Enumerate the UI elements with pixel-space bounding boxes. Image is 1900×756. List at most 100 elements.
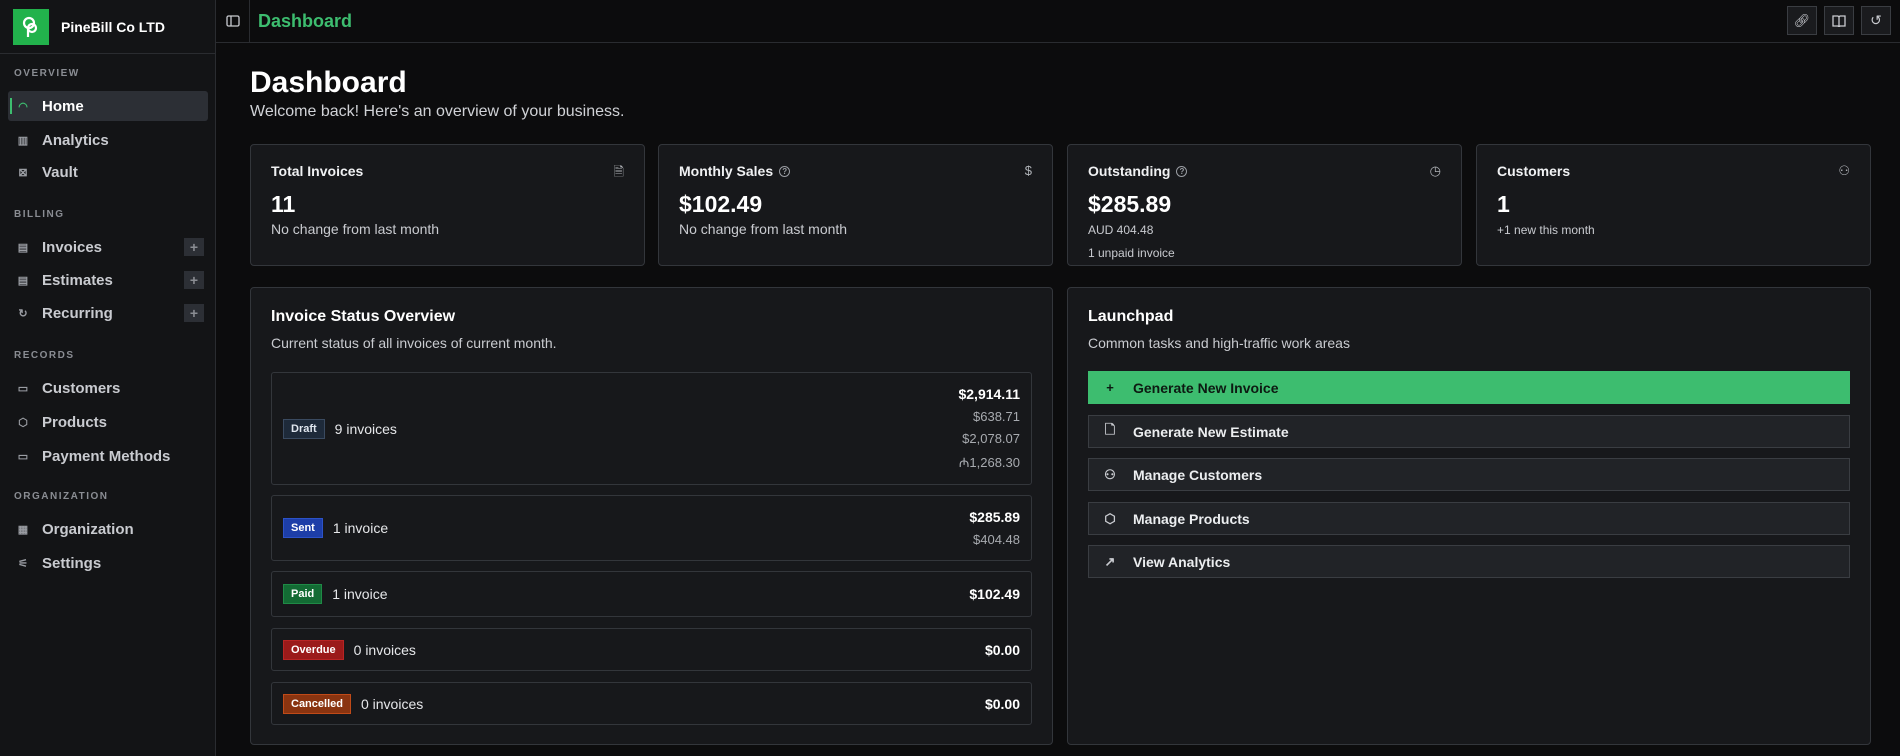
stat-card-monthly-sales: Monthly Sales? $ $102.49 No change from …	[658, 144, 1053, 266]
org-switcher[interactable]: PineBill Co LTD	[0, 0, 215, 54]
sidebar-item-estimates[interactable]: ▤ Estimates +	[8, 265, 208, 295]
status-row-paid[interactable]: Paid 1 invoice $102.49	[271, 571, 1032, 617]
sidebar-item-products[interactable]: ⬡ Products	[8, 407, 208, 437]
stat-title: Outstanding	[1088, 163, 1171, 179]
sidebar-item-settings[interactable]: ⚟ Settings	[8, 548, 208, 578]
nav-label: Estimates	[42, 271, 113, 289]
stat-value: 1	[1497, 191, 1510, 217]
sidebar-item-payment-methods[interactable]: ▭ Payment Methods	[8, 441, 208, 471]
invoice-icon: ▤	[17, 241, 29, 254]
sidebar: PineBill Co LTD OVERVIEW ◠ Home ▥ Analytic…	[0, 0, 216, 756]
bar-chart-icon: ▥	[17, 134, 29, 147]
gauge-icon: ◠	[18, 100, 28, 113]
sidebar-item-vault[interactable]: ⊠ Vault	[8, 157, 208, 187]
stat-sub: +1 new this month	[1497, 223, 1595, 237]
link-icon: 🔗︎	[1793, 12, 1811, 28]
help-icon[interactable]: ?	[779, 165, 791, 177]
sidebar-item-recurring[interactable]: ↻ Recurring +	[8, 298, 208, 328]
status-badge: Draft	[283, 418, 325, 439]
stat-card-customers: Customers ⚇ 1 +1 new this month	[1476, 144, 1871, 266]
manage-products-button[interactable]: ⬡ Manage Products	[1088, 502, 1850, 535]
sidebar-toggle-button[interactable]	[216, 0, 250, 43]
link-button[interactable]: 🔗︎	[1787, 6, 1817, 35]
section-records: RECORDS	[14, 350, 75, 361]
invoice-count: 9 invoices	[334, 420, 397, 437]
page-title: Dashboard	[250, 66, 407, 99]
sidebar-item-organization[interactable]: ▦ Organization	[8, 514, 208, 544]
card-subtitle: Common tasks and high-traffic work areas	[1088, 335, 1350, 351]
history-icon: ↺	[1870, 12, 1882, 28]
nav-label: Products	[42, 413, 108, 431]
status-badge: Paid	[283, 584, 323, 604]
total-amount: $102.49	[969, 586, 1020, 602]
status-badge: Overdue	[283, 639, 344, 660]
status-row-draft[interactable]: Draft 9 invoices $2,914.11 $638.71 $2,07…	[271, 372, 1032, 485]
stat-value: 11	[271, 191, 296, 217]
currency-amount: $638.71	[973, 409, 1020, 424]
nav-label: Invoices	[42, 238, 103, 256]
invoice-count: 0 invoices	[360, 695, 424, 712]
book-icon	[1832, 14, 1846, 27]
add-estimate-button[interactable]: +	[184, 271, 204, 289]
invoice-count: 1 invoice	[332, 586, 388, 602]
nav-label: Vault	[42, 163, 78, 181]
status-badge: Cancelled	[283, 693, 351, 714]
card-title: Invoice Status Overview	[271, 308, 456, 325]
currency-amount: $404.48	[973, 532, 1020, 547]
add-invoice-button[interactable]: +	[184, 238, 204, 256]
stat-value: $102.49	[679, 191, 763, 217]
currency-amount: ₼1,268.30	[958, 455, 1020, 470]
total-amount: $0.00	[984, 641, 1020, 658]
section-organization: ORGANIZATION	[14, 491, 109, 502]
building-icon: ▦	[17, 523, 29, 536]
generate-estimate-button[interactable]: 🗋︎ Generate New Estimate	[1088, 415, 1850, 448]
breadcrumb[interactable]: Dashboard	[258, 11, 352, 32]
nav-label: Settings	[42, 554, 102, 572]
invoice-status-card: Invoice Status Overview Current status o…	[250, 287, 1053, 745]
users-icon: ⚇	[1104, 466, 1116, 482]
nav-label: Organization	[42, 520, 134, 538]
dollar-icon: $	[1024, 163, 1032, 178]
total-amount: $2,914.11	[958, 386, 1020, 402]
status-row-cancelled[interactable]: Cancelled 0 invoices $0.00	[271, 682, 1032, 725]
sidebar-icon	[225, 15, 240, 27]
sidebar-item-customers[interactable]: ▭ Customers	[8, 373, 208, 403]
users-icon: ⚇	[1838, 163, 1850, 178]
sidebar-item-invoices[interactable]: ▤ Invoices +	[8, 232, 208, 262]
button-label: Manage Customers	[1133, 466, 1263, 483]
stat-card-outstanding: Outstanding? ◷ $285.89 AUD 404.48 1 unpa…	[1067, 144, 1462, 266]
card-subtitle: Current status of all invoices of curren…	[271, 335, 557, 351]
stat-title: Monthly Sales	[679, 163, 774, 179]
sliders-icon: ⚟	[18, 557, 28, 570]
generate-invoice-button[interactable]: + Generate New Invoice	[1088, 371, 1850, 404]
nav-label: Analytics	[42, 131, 109, 149]
estimate-icon: ▤	[17, 274, 29, 287]
manage-customers-button[interactable]: ⚇ Manage Customers	[1088, 458, 1850, 491]
refresh-icon: ↻	[18, 307, 28, 320]
nav-label: Home	[42, 97, 84, 115]
stat-title: Customers	[1497, 163, 1571, 179]
status-row-sent[interactable]: Sent 1 invoice $285.89 $404.48	[271, 495, 1032, 561]
section-overview: OVERVIEW	[14, 68, 80, 79]
status-badge: Sent	[283, 518, 323, 538]
stat-title: Total Invoices	[271, 163, 364, 179]
button-label: Generate New Estimate	[1133, 423, 1289, 440]
sidebar-item-home[interactable]: ◠ Home	[8, 91, 208, 121]
total-amount: $0.00	[984, 695, 1020, 712]
button-label: Generate New Invoice	[1133, 379, 1279, 396]
file-icon: 🗎︎	[613, 164, 624, 179]
sidebar-item-analytics[interactable]: ▥ Analytics	[8, 125, 208, 155]
view-analytics-button[interactable]: ↗ View Analytics	[1088, 545, 1850, 578]
credit-card-icon: ▭	[17, 450, 29, 463]
docs-button[interactable]	[1824, 6, 1854, 35]
launchpad-card: Launchpad Common tasks and high-traffic …	[1067, 287, 1871, 745]
logo-icon	[13, 8, 49, 45]
invoice-count: 0 invoices	[353, 641, 416, 658]
nav-label: Payment Methods	[42, 447, 171, 465]
folder-icon: ▭	[17, 382, 29, 395]
add-recurring-button[interactable]: +	[184, 304, 204, 322]
status-row-overdue[interactable]: Overdue 0 invoices $0.00	[271, 628, 1032, 671]
help-icon[interactable]: ?	[1176, 165, 1188, 177]
button-label: View Analytics	[1133, 553, 1231, 570]
history-button[interactable]: ↺	[1861, 6, 1891, 35]
